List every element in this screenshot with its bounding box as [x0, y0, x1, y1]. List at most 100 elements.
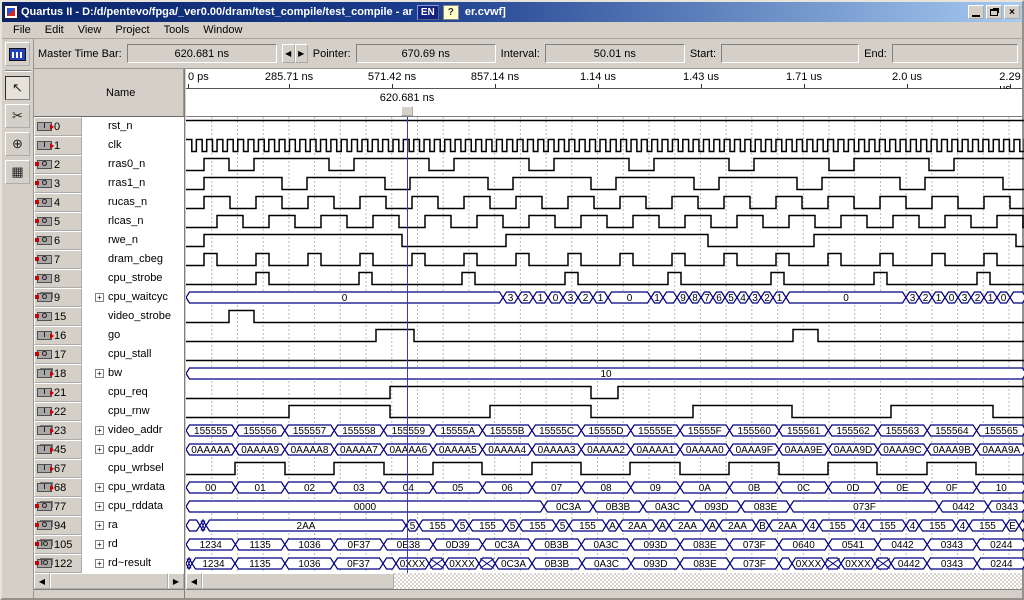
expand-plus-icon[interactable]: + — [95, 483, 104, 492]
signal-name-cell[interactable]: rucas_n — [82, 193, 184, 212]
expand-plus-icon[interactable]: + — [95, 559, 104, 568]
signal-row-button[interactable]: O2 — [34, 155, 82, 174]
signal-row-button[interactable]: O5 — [34, 212, 82, 231]
time-step-left-button[interactable]: ◀ — [282, 44, 295, 63]
waveform-row-bw[interactable]: 10 — [186, 364, 1022, 383]
restore-button[interactable] — [986, 5, 1002, 19]
signal-name-cell[interactable]: clk — [82, 136, 184, 155]
close-button[interactable]: × — [1004, 5, 1020, 19]
signal-name-cell[interactable]: +video_addr — [82, 421, 184, 440]
names-scroll-thumb[interactable] — [50, 573, 168, 589]
menu-file[interactable]: File — [6, 23, 38, 37]
signal-row-button[interactable]: I67 — [34, 459, 82, 478]
waveform-row-cpu_rddata[interactable]: 00000C3A0B3B0A3C093D083E073F04420343 — [186, 497, 1022, 516]
signal-row-button[interactable]: IO122 — [34, 554, 82, 573]
waveform-editor-tool[interactable] — [5, 42, 30, 66]
help-icon[interactable]: ? — [443, 5, 459, 20]
signal-name-cell[interactable]: +ra — [82, 516, 184, 535]
signal-name-cell[interactable]: cpu_strobe — [82, 269, 184, 288]
waveform-scroll-track[interactable] — [394, 573, 1022, 589]
expand-plus-icon[interactable]: + — [95, 521, 104, 530]
names-hscrollbar[interactable]: ◀ ▶ — [34, 573, 184, 589]
full-screen-tool[interactable]: ▦ — [5, 160, 30, 184]
waveform-row-cpu_rnw[interactable] — [186, 402, 1022, 421]
waveform-row-cpu_wrbsel[interactable] — [186, 459, 1022, 478]
waveform-row-rd~result[interactable]: 1234113510360F370XXX0XXX0C3A0B3B0A3C093D… — [186, 554, 1022, 573]
signal-row-button[interactable]: I45 — [34, 440, 82, 459]
time-step-right-button[interactable]: ▶ — [295, 44, 308, 63]
waveform-row-go[interactable] — [186, 326, 1022, 345]
signal-row-button[interactable]: O8 — [34, 269, 82, 288]
menu-edit[interactable]: Edit — [38, 23, 71, 37]
signal-name-cell[interactable]: +rd~result — [82, 554, 184, 573]
master-time-bar-field[interactable]: 620.681 ns — [127, 44, 277, 63]
waveform-row-rst_n[interactable] — [186, 117, 1022, 136]
expand-plus-icon[interactable]: + — [95, 293, 104, 302]
signal-row-button[interactable]: O4 — [34, 193, 82, 212]
master-time-cursor-handle[interactable] — [401, 106, 413, 116]
expand-plus-icon[interactable]: + — [95, 369, 104, 378]
signal-name-cell[interactable]: rras0_n — [82, 155, 184, 174]
waveform-row-cpu_waitcyc[interactable]: 0321032101987654321032103210 — [186, 288, 1022, 307]
waveform-row-cpu_addr[interactable]: 0AAAAA0AAAA90AAAA80AAAA70AAAA60AAAA50AAA… — [186, 440, 1022, 459]
timeline-ruler[interactable]: 0 ps285.71 ns571.42 ns857.14 ns1.14 us1.… — [186, 69, 1022, 89]
waveform-row-ra[interactable]: 2AA5155515551555155A2AAA2AAA2AAB2AA41554… — [186, 516, 1022, 535]
signal-name-cell[interactable]: rst_n — [82, 117, 184, 136]
signal-name-cell[interactable]: +rd — [82, 535, 184, 554]
signal-row-button[interactable]: O94 — [34, 516, 82, 535]
waveform-row-cpu_strobe[interactable] — [186, 269, 1022, 288]
master-time-cursor-line[interactable] — [407, 117, 408, 573]
menu-view[interactable]: View — [71, 23, 109, 37]
signal-name-cell[interactable]: rlcas_n — [82, 212, 184, 231]
signal-row-button[interactable]: IO105 — [34, 535, 82, 554]
waveform-scroll-left-button[interactable]: ◀ — [186, 573, 202, 589]
signal-row-button[interactable]: O17 — [34, 345, 82, 364]
split-tool[interactable]: ✂ — [5, 104, 30, 128]
waveform-row-rras1_n[interactable] — [186, 174, 1022, 193]
waveform-row-dram_cbeg[interactable] — [186, 250, 1022, 269]
signal-row-button[interactable]: O6 — [34, 231, 82, 250]
signal-row-button[interactable]: I0 — [34, 117, 82, 136]
waveform-hscrollbar[interactable]: ◀ — [186, 573, 1022, 589]
minimize-button[interactable] — [968, 5, 984, 19]
signal-row-button[interactable]: I1 — [34, 136, 82, 155]
signal-name-cell[interactable]: +cpu_waitcyc — [82, 288, 184, 307]
names-scroll-right-button[interactable]: ▶ — [168, 573, 184, 589]
expand-plus-icon[interactable]: + — [95, 426, 104, 435]
signal-name-cell[interactable]: +cpu_rddata — [82, 497, 184, 516]
signal-name-cell[interactable]: video_strobe — [82, 307, 184, 326]
signal-name-cell[interactable]: cpu_stall — [82, 345, 184, 364]
waveform-row-video_addr[interactable]: 15555515555615555715555815555915555A1555… — [186, 421, 1022, 440]
waveform-row-clk[interactable] — [186, 136, 1022, 155]
signal-name-cell[interactable]: dram_cbeg — [82, 250, 184, 269]
signal-row-button[interactable]: I18 — [34, 364, 82, 383]
waveform-row-cpu_stall[interactable] — [186, 345, 1022, 364]
master-timebar-strip[interactable]: 620.681 ns — [186, 89, 1022, 117]
waveform-row-rwe_n[interactable] — [186, 231, 1022, 250]
signal-row-button[interactable]: I21 — [34, 383, 82, 402]
waveform-row-video_strobe[interactable] — [186, 307, 1022, 326]
signal-row-button[interactable]: O77 — [34, 497, 82, 516]
waveform-row-rd[interactable]: 1234113510360F370E380D390C3A0B3B0A3C093D… — [186, 535, 1022, 554]
signal-row-button[interactable]: O3 — [34, 174, 82, 193]
waveform-row-rras0_n[interactable] — [186, 155, 1022, 174]
language-indicator[interactable]: EN — [417, 5, 439, 20]
signal-name-cell[interactable]: cpu_wrbsel — [82, 459, 184, 478]
menu-window[interactable]: Window — [196, 23, 249, 37]
signal-name-cell[interactable]: go — [82, 326, 184, 345]
waveform-scroll-thumb[interactable] — [202, 573, 394, 589]
signal-name-cell[interactable]: +cpu_addr — [82, 440, 184, 459]
waveform-row-rucas_n[interactable] — [186, 193, 1022, 212]
signal-name-cell[interactable]: cpu_req — [82, 383, 184, 402]
menu-tools[interactable]: Tools — [157, 23, 197, 37]
end-field[interactable] — [892, 44, 1018, 63]
signal-row-button[interactable]: I16 — [34, 326, 82, 345]
start-field[interactable] — [721, 44, 859, 63]
signal-name-cell[interactable]: cpu_rnw — [82, 402, 184, 421]
signal-row-button[interactable]: O9 — [34, 288, 82, 307]
signal-name-cell[interactable]: rwe_n — [82, 231, 184, 250]
signal-row-button[interactable]: I22 — [34, 402, 82, 421]
signal-name-cell[interactable]: rras1_n — [82, 174, 184, 193]
signal-row-button[interactable]: I68 — [34, 478, 82, 497]
signal-row-button[interactable]: O15 — [34, 307, 82, 326]
